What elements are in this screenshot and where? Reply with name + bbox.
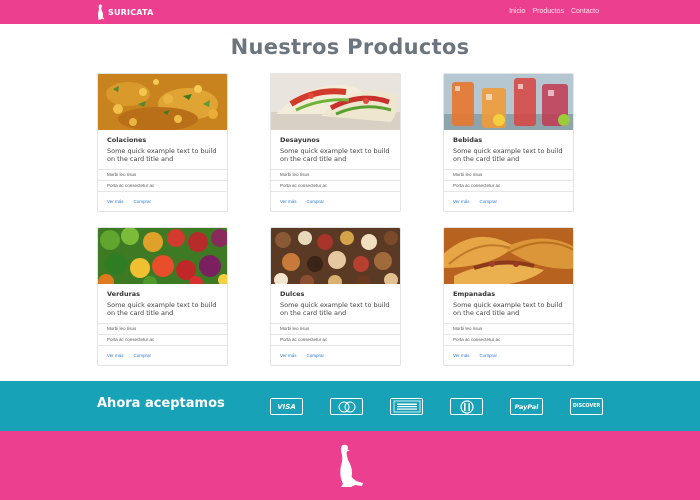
divider (271, 169, 400, 170)
meerkat-footer-logo-icon (340, 444, 363, 487)
visa-icon: VISA (270, 398, 303, 415)
card-text: Some quick example text to build on the … (107, 147, 217, 163)
card-list-item: Morbi leo risus (453, 326, 483, 331)
divider (444, 169, 573, 170)
card-links: Ver más Comprar (280, 199, 324, 204)
paypal-label: PayPal (514, 402, 539, 411)
card-links: Ver más Comprar (107, 199, 151, 204)
product-card: Colaciones Some quick example text to bu… (97, 73, 228, 212)
product-card: Bebidas Some quick example text to build… (443, 73, 574, 212)
divider (444, 323, 573, 324)
card-link-comprar[interactable]: Comprar (307, 353, 325, 358)
chickpea-curry-image (98, 74, 227, 130)
card-link-ver-mas[interactable]: Ver más (453, 353, 470, 358)
card-link-ver-mas[interactable]: Ver más (453, 199, 470, 204)
wrap-sandwich-image (271, 74, 400, 130)
nav-links: Inicio Productos Contacto (509, 8, 599, 16)
card-link-ver-mas[interactable]: Ver más (107, 199, 124, 204)
card-list-item: Porta ac consectetur ac (453, 337, 501, 342)
diners-circle-icon (459, 399, 474, 414)
card-link-comprar[interactable]: Comprar (480, 353, 498, 358)
card-list-item: Porta ac consectetur ac (280, 183, 328, 188)
vegetables-image (98, 228, 227, 284)
card-title: Desayunos (280, 136, 320, 144)
mastercard-circles-icon (338, 401, 355, 412)
divider (98, 345, 227, 346)
card-list-item: Porta ac consectetur ac (107, 337, 155, 342)
card-link-comprar[interactable]: Comprar (480, 199, 498, 204)
card-links: Ver más Comprar (453, 353, 497, 358)
amex-lines-icon (393, 400, 420, 413)
card-text: Some quick example text to build on the … (453, 147, 563, 163)
divider (98, 334, 227, 335)
divider (444, 334, 573, 335)
card-text: Some quick example text to build on the … (280, 301, 390, 317)
card-link-ver-mas[interactable]: Ver más (280, 199, 297, 204)
divider (98, 323, 227, 324)
divider (98, 180, 227, 181)
payment-title: Ahora aceptamos (97, 396, 225, 411)
product-card: Desayunos Some quick example text to bui… (270, 73, 401, 212)
mastercard-icon (330, 398, 363, 415)
empanadas-image (444, 228, 573, 284)
card-list-item: Porta ac consectetur ac (107, 183, 155, 188)
divider (271, 334, 400, 335)
navbar: SURICATA Inicio Productos Contacto (0, 0, 700, 24)
card-list-item: Porta ac consectetur ac (280, 337, 328, 342)
divider (98, 191, 227, 192)
card-title: Empanadas (453, 290, 496, 298)
meerkat-logo-icon (98, 4, 105, 20)
card-text: Some quick example text to build on the … (453, 301, 563, 317)
diners-club-icon (450, 398, 483, 415)
divider (271, 345, 400, 346)
card-title: Verduras (107, 290, 141, 298)
nav-link-inicio[interactable]: Inicio (509, 8, 525, 16)
card-list-item: Morbi leo risus (107, 326, 137, 331)
card-list-item: Morbi leo risus (280, 326, 310, 331)
card-list-item: Porta ac consectetur ac (453, 183, 501, 188)
page-title: Nuestros Productos (230, 35, 470, 59)
iced-drinks-image (444, 74, 573, 130)
card-link-ver-mas[interactable]: Ver más (280, 353, 297, 358)
divider (271, 191, 400, 192)
paypal-icon: PayPal (510, 398, 543, 415)
visa-label: VISA (277, 402, 296, 411)
card-links: Ver más Comprar (280, 353, 324, 358)
card-list-item: Morbi leo risus (280, 172, 310, 177)
card-list-item: Morbi leo risus (107, 172, 137, 177)
card-text: Some quick example text to build on the … (107, 301, 217, 317)
divider (444, 180, 573, 181)
brand-name: SURICATA (108, 7, 154, 17)
product-card: Verduras Some quick example text to buil… (97, 227, 228, 366)
card-title: Colaciones (107, 136, 147, 144)
divider (98, 169, 227, 170)
american-express-icon (390, 398, 423, 415)
card-link-comprar[interactable]: Comprar (134, 199, 152, 204)
card-list-item: Morbi leo risus (453, 172, 483, 177)
nav-link-contacto[interactable]: Contacto (571, 8, 599, 16)
card-text: Some quick example text to build on the … (280, 147, 390, 163)
discover-label: DISCOVER (572, 404, 601, 409)
card-links: Ver más Comprar (107, 353, 151, 358)
nav-link-productos[interactable]: Productos (532, 8, 564, 16)
card-title: Dulces (280, 290, 305, 298)
brand-logo-link[interactable]: SURICATA (96, 4, 153, 20)
card-links: Ver más Comprar (453, 199, 497, 204)
card-link-comprar[interactable]: Comprar (307, 199, 325, 204)
divider (271, 180, 400, 181)
card-link-ver-mas[interactable]: Ver más (107, 353, 124, 358)
product-card: Empanadas Some quick example text to bui… (443, 227, 574, 366)
divider (271, 323, 400, 324)
divider (444, 191, 573, 192)
product-card: Dulces Some quick example text to build … (270, 227, 401, 366)
sweets-image (271, 228, 400, 284)
discover-icon: DISCOVER (570, 398, 603, 415)
card-link-comprar[interactable]: Comprar (134, 353, 152, 358)
card-title: Bebidas (453, 136, 483, 144)
divider (444, 345, 573, 346)
